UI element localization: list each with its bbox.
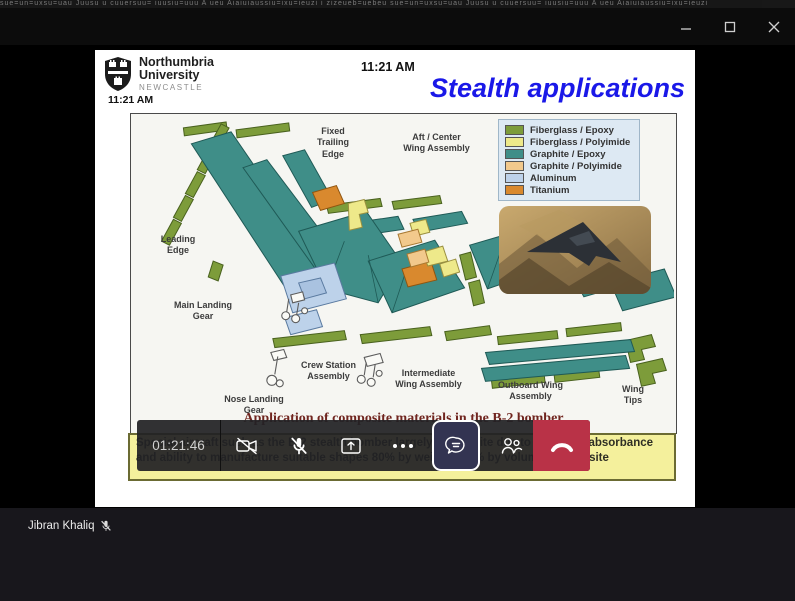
maximize-button[interactable] (708, 8, 752, 45)
mic-off-icon (99, 519, 113, 533)
teams-meeting-window: sue=un=uxsu=uau Juusu u cuuersuu= iuusiu… (0, 0, 795, 601)
window-titlebar (0, 8, 795, 45)
university-shield-icon (103, 56, 133, 92)
minimize-icon (680, 21, 692, 33)
label-leading-edge: Leading Edge (153, 234, 203, 257)
b2-exploded-diagram: Fiberglass / Epoxy Fiberglass / Polyimid… (130, 113, 677, 434)
legend-swatch (505, 125, 524, 135)
legend-row: Graphite / Epoxy (505, 148, 639, 160)
share-screen-button[interactable] (325, 420, 377, 471)
close-button[interactable] (752, 8, 795, 45)
legend-row: Fiberglass / Epoxy (505, 124, 639, 136)
more-options-button[interactable] (377, 420, 429, 471)
call-control-bar: 01:21:46 (137, 420, 590, 471)
label-wing-tips: Wing Tips (613, 384, 653, 407)
participants-strip: +72 R A B刘 彭 彭辉justin (来宾) (0, 508, 795, 601)
slide-timestamp-left: 11:21 AM (108, 94, 153, 106)
legend-row: Aluminum (505, 172, 639, 184)
legend-row: Titanium (505, 184, 639, 196)
slide-timestamp-center: 11:21 AM (361, 60, 415, 74)
mic-off-icon (289, 436, 309, 456)
camera-off-button[interactable] (221, 420, 273, 471)
legend-swatch (505, 185, 524, 195)
mic-off-button[interactable] (273, 420, 325, 471)
camera-off-icon (235, 437, 259, 455)
people-icon (499, 436, 523, 456)
legend-swatch (505, 137, 524, 147)
materials-legend: Fiberglass / Epoxy Fiberglass / Polyimid… (498, 119, 640, 201)
legend-row: Fiberglass / Polyimide (505, 136, 639, 148)
label-intermediate-wing: Intermediate Wing Assembly (381, 368, 476, 391)
b2-bomber-photo (499, 206, 651, 294)
slide-title: Stealth applications (265, 73, 685, 104)
label-fixed-trailing-edge: Fixed Trailing Edge (303, 126, 363, 160)
label-crew-station: Crew Station Assembly (286, 360, 371, 383)
call-timer: 01:21:46 (137, 420, 221, 471)
window-top-artifact-text: sue=un=uxsu=uau Juusu u cuuersuu= iuusiu… (0, 0, 795, 8)
people-button[interactable] (485, 420, 537, 471)
legend-swatch (505, 173, 524, 183)
legend-swatch (505, 149, 524, 159)
presenter-name-overlay: Jibran Khaliq (28, 519, 113, 533)
maximize-icon (724, 21, 736, 33)
share-screen-icon (340, 437, 362, 455)
chat-button-active[interactable] (432, 420, 480, 471)
presenter-name: Jibran Khaliq (28, 520, 94, 532)
university-logo: Northumbria University NEWCASTLE (103, 56, 214, 92)
label-aft-center-wing: Aft / Center Wing Assembly (379, 132, 494, 155)
more-options-icon (392, 443, 414, 449)
label-outboard-wing: Outboard Wing Assembly (483, 380, 578, 403)
minimize-button[interactable] (664, 8, 708, 45)
close-icon (768, 21, 780, 33)
university-name: Northumbria University NEWCASTLE (139, 56, 214, 92)
hang-up-icon (549, 438, 575, 454)
legend-swatch (505, 161, 524, 171)
label-main-landing-gear: Main Landing Gear (153, 300, 253, 323)
nose-landing-gear-drawing (267, 350, 287, 387)
legend-row: Graphite / Polyimide (505, 160, 639, 172)
chat-icon (444, 434, 468, 458)
hang-up-button[interactable] (533, 420, 590, 471)
